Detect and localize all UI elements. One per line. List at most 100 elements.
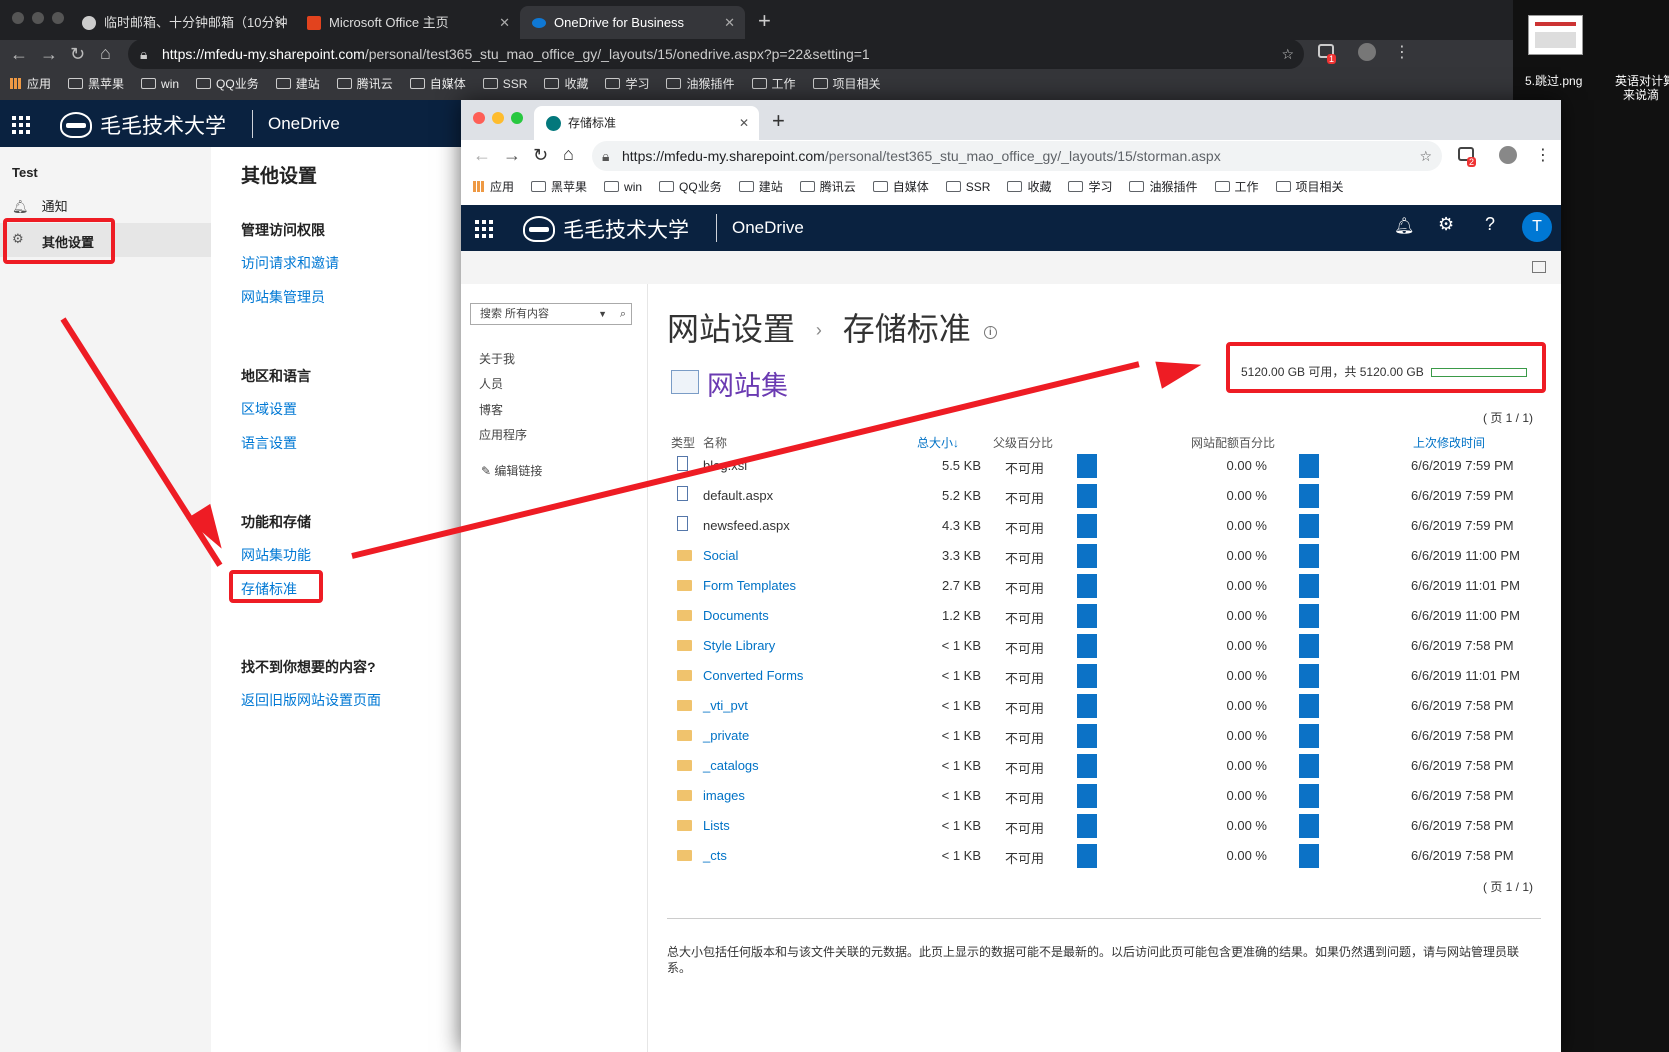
- row-name[interactable]: Social: [703, 548, 738, 563]
- bookmark-item[interactable]: win: [604, 180, 642, 194]
- chevron-down-icon[interactable]: ▼: [598, 304, 607, 324]
- link-language-settings[interactable]: 语言设置: [241, 433, 297, 453]
- brand-title[interactable]: 毛毛技术大学: [523, 214, 689, 244]
- link-access-requests[interactable]: 访问请求和邀请: [241, 253, 339, 273]
- row-name[interactable]: _private: [703, 728, 749, 743]
- bookmark-item[interactable]: SSR: [945, 180, 990, 194]
- forward-arrow-icon[interactable]: →: [503, 145, 521, 165]
- row-name[interactable]: images: [703, 788, 745, 803]
- close-icon[interactable]: ✕: [499, 6, 510, 40]
- bookmark-item[interactable]: QQ业务: [196, 75, 259, 92]
- close-icon[interactable]: ✕: [724, 6, 735, 40]
- bookmark-item[interactable]: 项目相关: [812, 75, 881, 92]
- bookmark-item[interactable]: QQ业务: [659, 178, 722, 195]
- tab-office[interactable]: Microsoft Office 主页 ✕: [295, 6, 520, 40]
- bookmark-item[interactable]: 腾讯云: [799, 178, 856, 195]
- link-regional-settings[interactable]: 区域设置: [241, 399, 297, 419]
- back-arrow-icon[interactable]: ←: [10, 44, 28, 64]
- tab-onedrive[interactable]: OneDrive for Business ✕: [520, 6, 745, 40]
- new-tab-button[interactable]: +: [772, 108, 785, 134]
- front-address-bar[interactable]: 🔒︎ https://mfedu-my.sharepoint.com/perso…: [592, 141, 1442, 171]
- forward-arrow-icon[interactable]: →: [40, 44, 58, 64]
- row-name[interactable]: _cts: [703, 848, 727, 863]
- back-address-bar[interactable]: 🔒︎ https://mfedu-my.sharepoint.com/perso…: [128, 39, 1304, 69]
- bookmark-item[interactable]: 收藏: [544, 75, 588, 92]
- desktop-file-label[interactable]: 5.跳过.png: [1525, 72, 1582, 89]
- gear-icon[interactable]: ⚙: [1438, 214, 1454, 235]
- star-icon[interactable]: ☆: [1419, 141, 1432, 171]
- bookmark-item[interactable]: SSR: [482, 77, 527, 91]
- brand-title[interactable]: 毛毛技术大学: [60, 110, 226, 140]
- close-icon[interactable]: ✕: [739, 106, 749, 140]
- bookmark-item[interactable]: 收藏: [1007, 178, 1051, 195]
- row-name[interactable]: _vti_pvt: [703, 698, 748, 713]
- new-tab-button[interactable]: +: [758, 8, 771, 34]
- ql-item-people[interactable]: 人员: [479, 375, 503, 392]
- bookmark-item[interactable]: 学习: [605, 75, 649, 92]
- search-input[interactable]: 搜索 所有内容 ▼ ⌕: [470, 303, 632, 325]
- bookmark-item[interactable]: 项目相关: [1275, 178, 1344, 195]
- link-classic-settings[interactable]: 返回旧版网站设置页面: [241, 690, 381, 710]
- window-controls[interactable]: [473, 112, 523, 127]
- nav-item-notifications[interactable]: 🔔︎ 通知: [12, 196, 68, 215]
- menu-dots-icon[interactable]: ⋮: [1394, 42, 1410, 62]
- site-collection-title[interactable]: 网站集: [707, 364, 788, 403]
- ql-item-blog[interactable]: 博客: [479, 401, 503, 418]
- bookmark-item[interactable]: 工作: [751, 75, 796, 92]
- row-name[interactable]: Style Library: [703, 638, 775, 653]
- ql-item-apps[interactable]: 应用程序: [479, 426, 527, 443]
- avatar[interactable]: T: [1522, 212, 1552, 242]
- bookmark-item[interactable]: 工作: [1214, 178, 1259, 195]
- edit-links-button[interactable]: ✎ 编辑链接: [481, 462, 542, 479]
- tab-temp-mail[interactable]: 临时邮箱、十分钟邮箱（10分钟 ✕: [70, 6, 295, 40]
- row-name[interactable]: Documents: [703, 608, 769, 623]
- col-name[interactable]: 名称: [703, 434, 727, 451]
- pager-top[interactable]: ( 页 1 / 1): [1483, 409, 1533, 426]
- app-name[interactable]: OneDrive: [268, 114, 340, 134]
- row-name[interactable]: Converted Forms: [703, 668, 803, 683]
- pager-bottom[interactable]: ( 页 1 / 1): [1483, 878, 1533, 895]
- profile-icon[interactable]: [1499, 146, 1517, 164]
- help-icon[interactable]: ?: [1485, 214, 1495, 235]
- profile-icon[interactable]: [1358, 43, 1376, 61]
- link-site-admins[interactable]: 网站集管理员: [241, 287, 325, 307]
- row-name[interactable]: Form Templates: [703, 578, 796, 593]
- file-thumbnail[interactable]: [1528, 15, 1583, 55]
- link-site-collection-features[interactable]: 网站集功能: [241, 545, 311, 565]
- search-icon[interactable]: ⌕: [620, 304, 626, 324]
- back-arrow-icon[interactable]: ←: [473, 145, 491, 165]
- bookmark-item[interactable]: 建站: [738, 178, 783, 195]
- col-modified[interactable]: 上次修改时间: [1413, 434, 1485, 451]
- home-icon[interactable]: ⌂: [563, 144, 574, 164]
- star-icon[interactable]: ☆: [1281, 39, 1294, 69]
- window-controls[interactable]: [12, 12, 72, 27]
- bookmark-item[interactable]: 黑苹果: [68, 75, 124, 92]
- home-icon[interactable]: ⌂: [100, 43, 111, 63]
- bookmark-item[interactable]: 应用: [473, 178, 514, 195]
- app-launcher-icon[interactable]: [475, 220, 493, 238]
- reload-icon[interactable]: ↻: [533, 145, 548, 165]
- close-icon[interactable]: ✕: [274, 6, 285, 40]
- focus-content-icon[interactable]: [1532, 261, 1546, 273]
- reload-icon[interactable]: ↻: [70, 44, 85, 64]
- bookmark-item[interactable]: 腾讯云: [336, 75, 393, 92]
- bookmark-item[interactable]: 油猴插件: [666, 75, 735, 92]
- info-icon[interactable]: i: [983, 326, 997, 339]
- row-name[interactable]: _catalogs: [703, 758, 759, 773]
- row-name[interactable]: Lists: [703, 818, 730, 833]
- col-size[interactable]: 总大小↓: [917, 434, 959, 451]
- bookmark-item[interactable]: 建站: [275, 75, 320, 92]
- bookmark-item[interactable]: 学习: [1068, 178, 1112, 195]
- bookmark-item[interactable]: 自媒体: [409, 75, 466, 92]
- menu-dots-icon[interactable]: ⋮: [1535, 145, 1551, 165]
- ql-item-about[interactable]: 关于我: [479, 350, 515, 367]
- bookmark-item[interactable]: 应用: [10, 75, 51, 92]
- bookmark-item[interactable]: 自媒体: [872, 178, 929, 195]
- bookmark-item[interactable]: 黑苹果: [531, 178, 587, 195]
- tab-storage-metrics[interactable]: 存储标准 ✕: [534, 106, 759, 140]
- app-launcher-icon[interactable]: [12, 116, 30, 134]
- app-name[interactable]: OneDrive: [732, 218, 804, 238]
- bookmark-item[interactable]: 油猴插件: [1129, 178, 1198, 195]
- bell-icon[interactable]: 🔔︎: [1394, 216, 1414, 236]
- breadcrumb-root[interactable]: 网站设置: [667, 311, 795, 347]
